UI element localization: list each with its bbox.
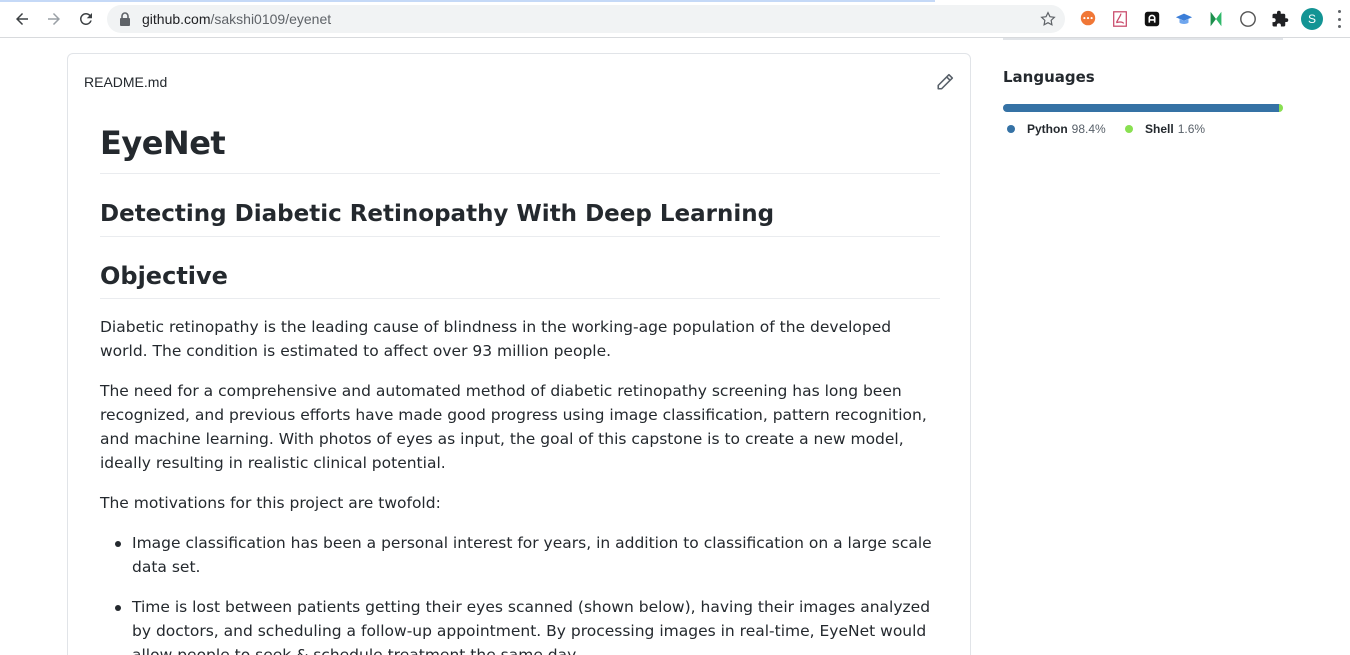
list-item: Image classification has been a personal…	[100, 531, 940, 579]
paragraph: The motivations for this project are two…	[100, 494, 441, 512]
profile-initial: S	[1307, 12, 1316, 26]
readme-panel: README.md EyeNet Detecting Diabetic Reti…	[67, 53, 971, 655]
url-domain: github.com	[142, 11, 211, 27]
language-item-python[interactable]: Python 98.4%	[1007, 122, 1106, 136]
browser-menu-button[interactable]	[1336, 10, 1342, 28]
language-bar	[1003, 104, 1283, 112]
list-item: Time is lost between patients getting th…	[100, 595, 940, 655]
kite-icon[interactable]	[1206, 9, 1226, 29]
language-color-dot	[1007, 125, 1015, 133]
profile-avatar[interactable]: S	[1301, 8, 1323, 30]
pencil-icon[interactable]	[936, 73, 954, 91]
language-name: Shell	[1145, 122, 1174, 136]
arrow-left-icon	[16, 13, 28, 25]
translate-icon[interactable]	[1142, 9, 1162, 29]
section-heading-objective: Objective	[100, 262, 940, 299]
url-path: /sakshi0109/eyenet	[210, 11, 332, 27]
arrow-right-icon	[48, 13, 60, 25]
paragraph: Diabetic retinopathy is the leading caus…	[100, 318, 892, 360]
readme-filename: README.md	[84, 74, 168, 90]
dark-mode-icon[interactable]	[1238, 9, 1258, 29]
url-text[interactable]: github.com/sakshi0109/eyenet	[142, 11, 331, 27]
readme-subtitle: Detecting Diabetic Retinopathy With Deep…	[100, 201, 940, 237]
language-item-shell[interactable]: Shell 1.6%	[1125, 122, 1205, 136]
chat-bubble-icon[interactable]	[1078, 9, 1098, 29]
language-percent: 98.4%	[1071, 122, 1106, 136]
paragraph: The need for a comprehensive and automat…	[100, 382, 927, 472]
language-bar-python[interactable]	[1003, 104, 1279, 112]
pdf-icon[interactable]	[1110, 9, 1130, 29]
puzzle-icon[interactable]	[1270, 9, 1290, 29]
forward-button[interactable]	[41, 7, 67, 31]
bookmark-star-icon[interactable]	[1039, 10, 1057, 28]
lock-icon	[120, 12, 130, 26]
motivation-list: Image classification has been a personal…	[100, 531, 940, 655]
reload-button[interactable]	[73, 7, 99, 31]
language-bar-shell[interactable]	[1278, 104, 1283, 112]
graduation-cap-icon[interactable]	[1174, 9, 1194, 29]
readme-title: EyeNet	[100, 124, 940, 174]
language-color-dot	[1125, 125, 1133, 133]
sidebar-divider	[1003, 38, 1283, 40]
language-percent: 1.6%	[1177, 122, 1206, 136]
page-load-progress	[0, 0, 935, 2]
back-button[interactable]	[9, 7, 35, 31]
language-name: Python	[1027, 122, 1068, 136]
reload-icon	[79, 12, 92, 25]
browser-toolbar: github.com/sakshi0109/eyenet S	[0, 0, 1350, 38]
address-bar[interactable]: github.com/sakshi0109/eyenet	[107, 5, 1065, 33]
languages-heading: Languages	[1003, 68, 1095, 86]
